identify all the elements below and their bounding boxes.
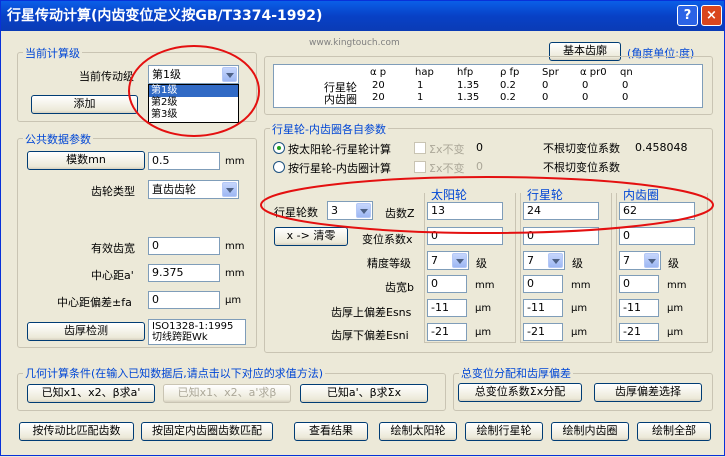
annotation-ellipse-gears — [260, 176, 714, 234]
main-window: 行星传动计算(内齿变位定义按GB/T3374-1992) ? × 当前计算级 当… — [0, 0, 725, 456]
annotation-ellipse-stage — [128, 45, 260, 137]
annotation-overlay — [128, 45, 714, 234]
